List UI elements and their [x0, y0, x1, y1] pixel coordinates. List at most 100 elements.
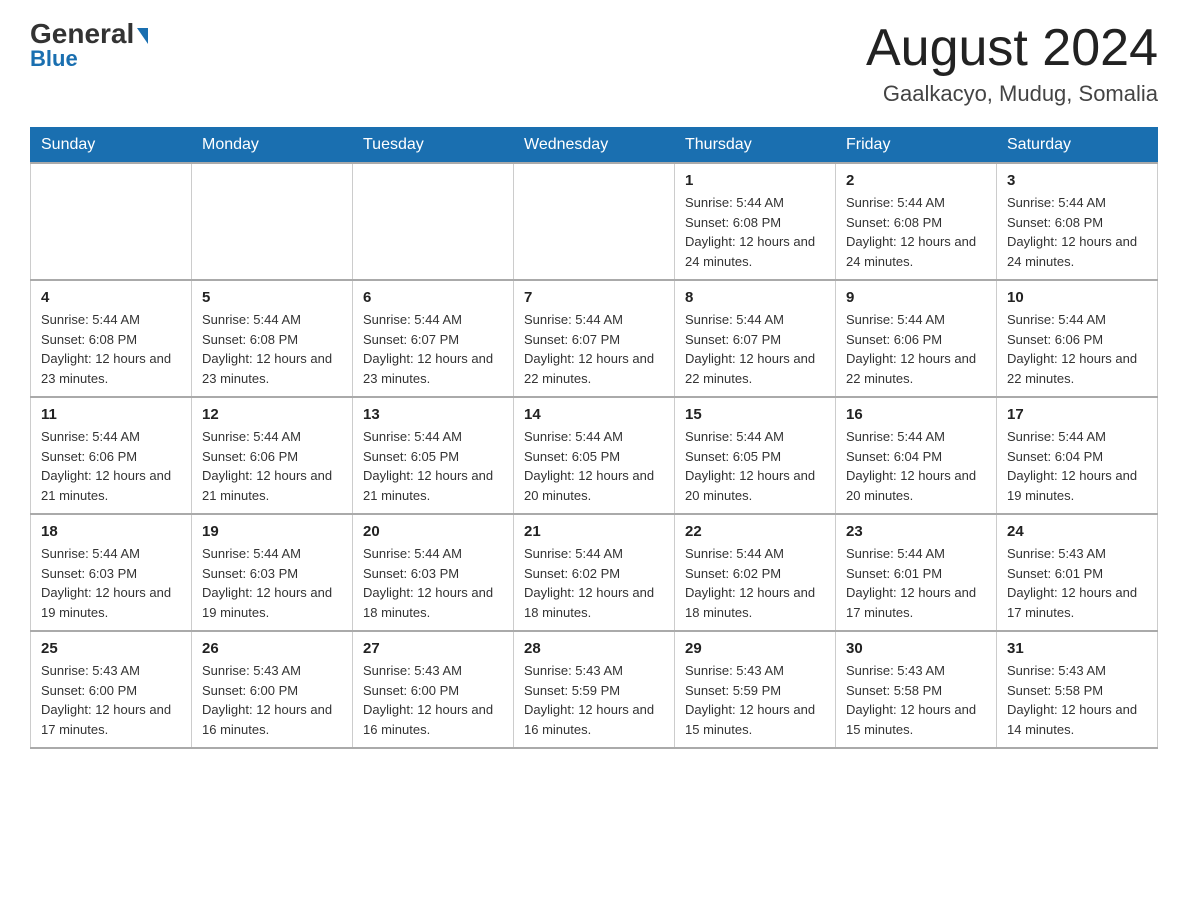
- table-row: [514, 163, 675, 280]
- table-row: [31, 163, 192, 280]
- day-info: Sunrise: 5:44 AMSunset: 6:07 PMDaylight:…: [685, 310, 825, 388]
- day-info: Sunrise: 5:43 AMSunset: 6:01 PMDaylight:…: [1007, 544, 1147, 622]
- day-number: 22: [685, 523, 825, 540]
- day-number: 3: [1007, 172, 1147, 189]
- table-row: 16 Sunrise: 5:44 AMSunset: 6:04 PMDayligh…: [836, 397, 997, 514]
- day-info: Sunrise: 5:44 AMSunset: 6:06 PMDaylight:…: [202, 427, 342, 505]
- day-number: 23: [846, 523, 986, 540]
- table-row: 18Sunrise: 5:44 AMSunset: 6:03 PMDayligh…: [31, 514, 192, 631]
- day-number: 21: [524, 523, 664, 540]
- day-number: 2: [846, 172, 986, 189]
- day-info: Sunrise: 5:44 AMSunset: 6:08 PMDaylight:…: [846, 193, 986, 271]
- logo-general: General: [30, 20, 148, 48]
- day-number: 12: [202, 406, 342, 423]
- day-number: 31: [1007, 640, 1147, 657]
- day-info: Sunrise: 5:44 AMSunset: 6:03 PMDaylight:…: [202, 544, 342, 622]
- day-number: 16: [846, 406, 986, 423]
- table-row: 13 Sunrise: 5:44 AMSunset: 6:05 PMDayligh…: [353, 397, 514, 514]
- month-year-title: August 2024: [866, 20, 1158, 77]
- day-info: Sunrise: 5:43 AMSunset: 5:59 PMDaylight:…: [524, 661, 664, 739]
- day-number: 28: [524, 640, 664, 657]
- day-number: 1: [685, 172, 825, 189]
- day-info: Sunrise: 5:44 AMSunset: 6:02 PMDaylight:…: [685, 544, 825, 622]
- day-info: Sunrise: 5:43 AMSunset: 6:00 PMDaylight:…: [363, 661, 503, 739]
- table-row: 20 Sunrise: 5:44 AMSunset: 6:03 PMDayligh…: [353, 514, 514, 631]
- table-row: 9Sunrise: 5:44 AMSunset: 6:06 PMDaylight…: [836, 280, 997, 397]
- table-row: 30 Sunrise: 5:43 AMSunset: 5:58 PMDayligh…: [836, 631, 997, 748]
- day-info: Sunrise: 5:43 AMSunset: 6:00 PMDaylight:…: [41, 661, 181, 739]
- day-number: 11: [41, 406, 181, 423]
- day-info: Sunrise: 5:44 AMSunset: 6:05 PMDaylight:…: [363, 427, 503, 505]
- header-monday: Monday: [192, 128, 353, 164]
- header-tuesday: Tuesday: [353, 128, 514, 164]
- table-row: 11 Sunrise: 5:44 AMSunset: 6:06 PMDayligh…: [31, 397, 192, 514]
- title-area: August 2024 Gaalkacyo, Mudug, Somalia: [866, 20, 1158, 107]
- day-info: Sunrise: 5:44 AMSunset: 6:08 PMDaylight:…: [1007, 193, 1147, 271]
- day-number: 9: [846, 289, 986, 306]
- day-info: Sunrise: 5:44 AMSunset: 6:05 PMDaylight:…: [524, 427, 664, 505]
- day-info: Sunrise: 5:43 AMSunset: 5:59 PMDaylight:…: [685, 661, 825, 739]
- table-row: 17 Sunrise: 5:44 AMSunset: 6:04 PMDayligh…: [997, 397, 1158, 514]
- day-number: 13: [363, 406, 503, 423]
- location-subtitle: Gaalkacyo, Mudug, Somalia: [866, 81, 1158, 107]
- day-number: 7: [524, 289, 664, 306]
- table-row: 26Sunrise: 5:43 AMSunset: 6:00 PMDayligh…: [192, 631, 353, 748]
- table-row: [192, 163, 353, 280]
- day-number: 14: [524, 406, 664, 423]
- day-number: 30: [846, 640, 986, 657]
- day-info: Sunrise: 5:43 AMSunset: 5:58 PMDaylight:…: [846, 661, 986, 739]
- day-info: Sunrise: 5:43 AMSunset: 5:58 PMDaylight:…: [1007, 661, 1147, 739]
- day-number: 8: [685, 289, 825, 306]
- table-row: 25Sunrise: 5:43 AMSunset: 6:00 PMDayligh…: [31, 631, 192, 748]
- day-info: Sunrise: 5:44 AMSunset: 6:05 PMDaylight:…: [685, 427, 825, 505]
- table-row: 3 Sunrise: 5:44 AMSunset: 6:08 PMDaylight…: [997, 163, 1158, 280]
- table-row: 28 Sunrise: 5:43 AMSunset: 5:59 PMDayligh…: [514, 631, 675, 748]
- table-row: 27 Sunrise: 5:43 AMSunset: 6:00 PMDayligh…: [353, 631, 514, 748]
- day-info: Sunrise: 5:44 AMSunset: 6:04 PMDaylight:…: [1007, 427, 1147, 505]
- day-number: 4: [41, 289, 181, 306]
- calendar-week-row: 1 Sunrise: 5:44 AMSunset: 6:08 PMDaylight…: [31, 163, 1158, 280]
- day-info: Sunrise: 5:44 AMSunset: 6:04 PMDaylight:…: [846, 427, 986, 505]
- calendar-table: Sunday Monday Tuesday Wednesday Thursday…: [30, 127, 1158, 749]
- day-number: 26: [202, 640, 342, 657]
- logo: General Blue: [30, 20, 148, 72]
- day-info: Sunrise: 5:44 AMSunset: 6:08 PMDaylight:…: [202, 310, 342, 388]
- table-row: 29Sunrise: 5:43 AMSunset: 5:59 PMDayligh…: [675, 631, 836, 748]
- table-row: 22 Sunrise: 5:44 AMSunset: 6:02 PMDayligh…: [675, 514, 836, 631]
- day-number: 19: [202, 523, 342, 540]
- table-row: 4Sunrise: 5:44 AMSunset: 6:08 PMDaylight…: [31, 280, 192, 397]
- table-row: 5 Sunrise: 5:44 AMSunset: 6:08 PMDaylight…: [192, 280, 353, 397]
- table-row: 23 Sunrise: 5:44 AMSunset: 6:01 PMDayligh…: [836, 514, 997, 631]
- table-row: 10Sunrise: 5:44 AMSunset: 6:06 PMDayligh…: [997, 280, 1158, 397]
- day-info: Sunrise: 5:44 AMSunset: 6:07 PMDaylight:…: [524, 310, 664, 388]
- table-row: 7 Sunrise: 5:44 AMSunset: 6:07 PMDaylight…: [514, 280, 675, 397]
- table-row: 12 Sunrise: 5:44 AMSunset: 6:06 PMDayligh…: [192, 397, 353, 514]
- day-info: Sunrise: 5:44 AMSunset: 6:07 PMDaylight:…: [363, 310, 503, 388]
- table-row: 19 Sunrise: 5:44 AMSunset: 6:03 PMDayligh…: [192, 514, 353, 631]
- page-header: General Blue August 2024 Gaalkacyo, Mudu…: [30, 20, 1158, 107]
- table-row: 24 Sunrise: 5:43 AMSunset: 6:01 PMDayligh…: [997, 514, 1158, 631]
- day-number: 24: [1007, 523, 1147, 540]
- day-number: 20: [363, 523, 503, 540]
- day-info: Sunrise: 5:44 AMSunset: 6:03 PMDaylight:…: [363, 544, 503, 622]
- table-row: 6Sunrise: 5:44 AMSunset: 6:07 PMDaylight…: [353, 280, 514, 397]
- table-row: 14 Sunrise: 5:44 AMSunset: 6:05 PMDayligh…: [514, 397, 675, 514]
- day-info: Sunrise: 5:44 AMSunset: 6:02 PMDaylight:…: [524, 544, 664, 622]
- calendar-week-row: 4 Sunrise: 5:44 AMSunset: 6:08 PMDaylight…: [31, 280, 1158, 397]
- table-row: 21 Sunrise: 5:44 AMSunset: 6:02 PMDayligh…: [514, 514, 675, 631]
- weekday-header-row: Sunday Monday Tuesday Wednesday Thursday…: [31, 128, 1158, 164]
- day-info: Sunrise: 5:44 AMSunset: 6:08 PMDaylight:…: [685, 193, 825, 271]
- day-info: Sunrise: 5:44 AMSunset: 6:06 PMDaylight:…: [1007, 310, 1147, 388]
- header-friday: Friday: [836, 128, 997, 164]
- day-number: 15: [685, 406, 825, 423]
- day-info: Sunrise: 5:44 AMSunset: 6:01 PMDaylight:…: [846, 544, 986, 622]
- day-number: 18: [41, 523, 181, 540]
- day-info: Sunrise: 5:44 AMSunset: 6:06 PMDaylight:…: [41, 427, 181, 505]
- day-number: 17: [1007, 406, 1147, 423]
- header-thursday: Thursday: [675, 128, 836, 164]
- calendar-week-row: 25Sunrise: 5:43 AMSunset: 6:00 PMDayligh…: [31, 631, 1158, 748]
- day-number: 5: [202, 289, 342, 306]
- header-saturday: Saturday: [997, 128, 1158, 164]
- header-wednesday: Wednesday: [514, 128, 675, 164]
- day-number: 27: [363, 640, 503, 657]
